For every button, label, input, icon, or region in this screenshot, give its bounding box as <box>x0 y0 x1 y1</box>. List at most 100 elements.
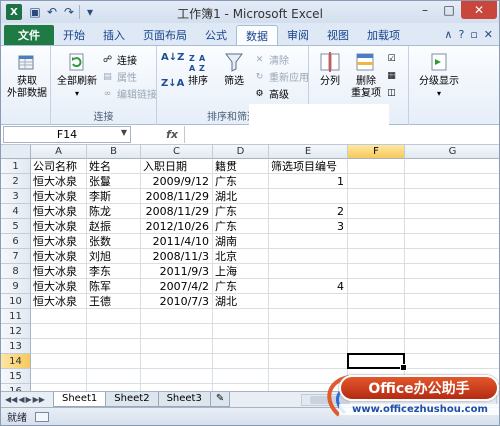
active-cell-f14[interactable] <box>347 353 407 371</box>
reapply-button[interactable]: ↻ 重新应用 <box>253 69 309 85</box>
tab-view[interactable]: 视图 <box>318 25 358 45</box>
row-header-9[interactable]: 9 <box>1 279 31 294</box>
tab-review[interactable]: 审阅 <box>278 25 318 45</box>
name-box-dropdown-icon[interactable]: ▼ <box>121 128 127 137</box>
undo-icon[interactable]: ↶ <box>45 5 59 19</box>
cell-d4[interactable]: 广东 <box>213 204 239 219</box>
refresh-all-button[interactable]: 全部刷新 ▾ <box>55 50 99 100</box>
row-header-10[interactable]: 10 <box>1 294 31 309</box>
column-header-b[interactable]: B <box>87 145 141 159</box>
tab-home[interactable]: 开始 <box>54 25 94 45</box>
tab-data[interactable]: 数据 <box>236 25 278 45</box>
cell-c9[interactable]: 2007/4/2 <box>141 279 211 294</box>
column-header-d[interactable]: D <box>213 145 269 159</box>
column-header-e[interactable]: E <box>269 145 348 159</box>
restore-workbook-icon[interactable]: ▫ <box>470 28 477 41</box>
column-header-f[interactable]: F <box>348 145 405 159</box>
macro-record-icon[interactable] <box>35 411 49 422</box>
data-validation-button[interactable]: ☑ <box>385 52 398 65</box>
column-header-c[interactable]: C <box>141 145 213 159</box>
excel-app-icon[interactable]: X <box>6 4 22 20</box>
clear-filter-button[interactable]: ✕ 清除 <box>253 52 289 68</box>
cell-a8[interactable]: 恒大冰泉 <box>31 264 79 279</box>
customize-qat-icon[interactable]: ▾ <box>83 5 97 19</box>
cell-d9[interactable]: 广东 <box>213 279 239 294</box>
cell-c1[interactable]: 入职日期 <box>141 159 189 174</box>
cell-b2[interactable]: 张鬘 <box>87 174 113 189</box>
maximize-button[interactable]: □ <box>437 1 461 19</box>
row-header-15[interactable]: 15 <box>1 369 31 384</box>
row-header-2[interactable]: 2 <box>1 174 31 189</box>
cell-c2[interactable]: 2009/9/12 <box>141 174 211 189</box>
cell-d6[interactable]: 湖南 <box>213 234 239 249</box>
consolidate-button[interactable]: ▦ <box>385 69 398 82</box>
row-header-5[interactable]: 5 <box>1 219 31 234</box>
sheet-tab-sheet1[interactable]: Sheet1 <box>53 392 107 407</box>
cell-b1[interactable]: 姓名 <box>87 159 113 174</box>
help-icon[interactable]: ? <box>458 28 464 41</box>
sort-button[interactable]: ZAAZ 排序 <box>183 50 213 88</box>
cell-c4[interactable]: 2008/11/29 <box>141 204 211 219</box>
minimize-ribbon-icon[interactable]: ∧ <box>444 28 452 41</box>
tab-file[interactable]: 文件 <box>4 25 54 45</box>
cell-b6[interactable]: 张数 <box>87 234 113 249</box>
tab-page-layout[interactable]: 页面布局 <box>134 25 196 45</box>
cell-e9[interactable]: 4 <box>269 279 346 294</box>
insert-function-button[interactable]: fx <box>166 128 178 141</box>
cell-d10[interactable]: 湖北 <box>213 294 239 309</box>
column-header-a[interactable]: A <box>31 145 87 159</box>
cell-a6[interactable]: 恒大冰泉 <box>31 234 79 249</box>
cell-e5[interactable]: 3 <box>269 219 346 234</box>
formula-input[interactable] <box>185 126 499 143</box>
row-header-14[interactable]: 14 <box>1 354 31 369</box>
text-to-columns-button[interactable]: 分列 <box>315 50 345 88</box>
filter-button[interactable]: 筛选 <box>219 50 249 88</box>
cell-b8[interactable]: 李东 <box>87 264 113 279</box>
select-all-corner[interactable] <box>1 145 31 159</box>
cell-a9[interactable]: 恒大冰泉 <box>31 279 79 294</box>
edit-links-button[interactable]: ∞ 编辑链接 <box>101 86 157 102</box>
cell-c3[interactable]: 2008/11/29 <box>141 189 211 204</box>
cell-b5[interactable]: 赵振 <box>87 219 113 234</box>
cell-a10[interactable]: 恒大冰泉 <box>31 294 79 309</box>
cell-e4[interactable]: 2 <box>269 204 346 219</box>
cell-b7[interactable]: 刘旭 <box>87 249 113 264</box>
cell-e1[interactable]: 筛选项目编号 <box>269 159 339 174</box>
cell-d2[interactable]: 广东 <box>213 174 239 189</box>
cell-d5[interactable]: 广东 <box>213 219 239 234</box>
first-sheet-icon[interactable]: ◀◀ <box>5 395 17 404</box>
sort-ascending-button[interactable]: A↓Z <box>161 52 184 63</box>
connections-button[interactable]: ☍ 连接 <box>101 52 137 68</box>
cell-a1[interactable]: 公司名称 <box>31 159 79 174</box>
cell-b4[interactable]: 陈龙 <box>87 204 113 219</box>
close-button[interactable]: ✕ <box>461 1 497 19</box>
cell-a4[interactable]: 恒大冰泉 <box>31 204 79 219</box>
row-header-6[interactable]: 6 <box>1 234 31 249</box>
cell-b9[interactable]: 陈军 <box>87 279 113 294</box>
sheet-tab-sheet2[interactable]: Sheet2 <box>105 392 159 407</box>
save-icon[interactable]: ▣ <box>28 5 42 19</box>
redo-icon[interactable]: ↷ <box>62 5 76 19</box>
cell-b10[interactable]: 王德 <box>87 294 113 309</box>
row-header-11[interactable]: 11 <box>1 309 31 324</box>
advanced-filter-button[interactable]: ⚙ 高级 <box>253 86 289 102</box>
cell-a3[interactable]: 恒大冰泉 <box>31 189 79 204</box>
sort-descending-button[interactable]: Z↓A <box>161 78 184 89</box>
get-external-data-button[interactable]: 获取 外部数据 <box>7 50 47 100</box>
cell-c7[interactable]: 2008/11/3 <box>141 249 211 264</box>
row-header-13[interactable]: 13 <box>1 339 31 354</box>
worksheet-grid[interactable]: ABCDEFG12345678910111213141516公司名称姓名入职日期… <box>1 145 499 391</box>
insert-sheet-button[interactable]: ✎ <box>209 392 231 407</box>
row-header-16[interactable]: 16 <box>1 384 31 391</box>
row-header-3[interactable]: 3 <box>1 189 31 204</box>
cell-e2[interactable]: 1 <box>269 174 346 189</box>
properties-button[interactable]: ▤ 属性 <box>101 69 137 85</box>
row-header-8[interactable]: 8 <box>1 264 31 279</box>
row-header-7[interactable]: 7 <box>1 249 31 264</box>
column-header-g[interactable]: G <box>405 145 499 159</box>
minimize-button[interactable]: – <box>413 1 437 19</box>
prev-sheet-icon[interactable]: ◀ <box>18 395 24 404</box>
cell-d8[interactable]: 上海 <box>213 264 239 279</box>
cell-d7[interactable]: 北京 <box>213 249 239 264</box>
tab-insert[interactable]: 插入 <box>94 25 134 45</box>
